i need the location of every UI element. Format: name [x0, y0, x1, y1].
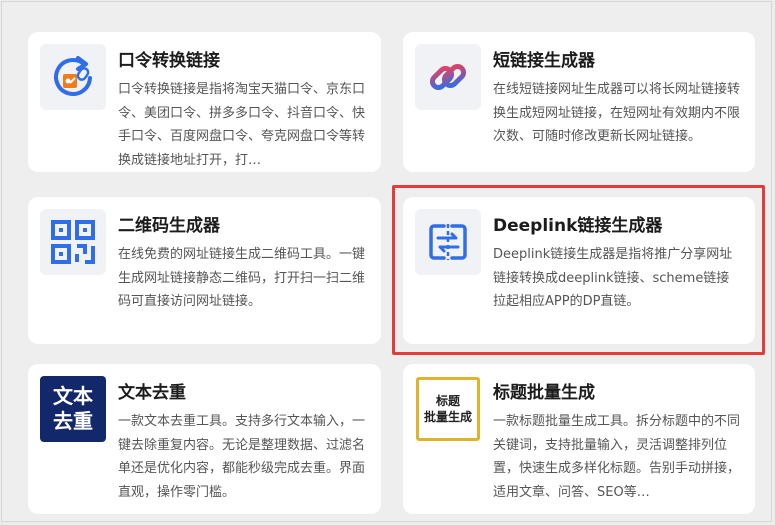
card-deeplink-generator[interactable]: Deeplink链接生成器 Deeplink链接生成器是指将推广分享网址链接转换… — [403, 197, 755, 344]
card-description: 一款文本去重工具。支持多行文本输入，一键去除重复内容。无论是整理数据、过滤名单还… — [118, 414, 366, 500]
card-title: 短链接生成器 — [493, 51, 595, 71]
text-dedupe-icon: 文本 去重 — [40, 376, 106, 442]
card-description: Deeplink链接生成器是指将推广分享网址链接转换成deeplink链接、sc… — [493, 247, 733, 309]
icon-text-line: 批量生成 — [423, 410, 472, 424]
qr-code-icon — [40, 209, 106, 275]
card-text-dedupe[interactable]: 文本 去重 文本去重 一款文本去重工具。支持多行文本输入，一键去除重复内容。无论… — [28, 364, 381, 514]
title-generator-icon: 标题 批量生成 — [415, 376, 481, 442]
card-title-generator[interactable]: 标题 批量生成 标题批量生成 一款标题批量生成工具。拆分标题中的不同关键词，支持… — [403, 364, 755, 514]
card-description: 在线短链接网址生成器可以将长网址链接转换生成短网址链接，在短网址有效期内不限次数… — [493, 82, 741, 144]
deeplink-icon — [415, 209, 481, 275]
card-description: 口令转换链接是指将淘宝天猫口令、京东口令、美团口令、拼多多口令、抖音口令、快手口… — [118, 82, 366, 168]
chain-link-icon — [415, 44, 481, 110]
card-description: 在线免费的网址链接生成二维码工具。一键生成网址链接静态二维码，打开扫一扫二维码可… — [118, 247, 366, 309]
tool-grid: 口令转换链接 口令转换链接是指将淘宝天猫口令、京东口令、美团口令、拼多多口令、抖… — [1, 1, 772, 522]
card-qr-generator[interactable]: 二维码生成器 在线免费的网址链接生成二维码工具。一键生成网址链接静态二维码，打开… — [28, 197, 381, 344]
icon-text-line: 文本 — [53, 384, 93, 408]
card-title: 二维码生成器 — [118, 216, 220, 236]
card-title: 口令转换链接 — [118, 51, 220, 71]
card-title: 文本去重 — [118, 383, 186, 403]
card-password-convert[interactable]: 口令转换链接 口令转换链接是指将淘宝天猫口令、京东口令、美团口令、拼多多口令、抖… — [28, 32, 381, 172]
icon-text-line: 去重 — [53, 409, 93, 433]
refresh-link-icon — [40, 44, 106, 110]
card-description: 一款标题批量生成工具。拆分标题中的不同关键词，支持批量输入，灵活调整排列位置，快… — [493, 414, 741, 500]
icon-text-line: 标题 — [435, 394, 460, 408]
card-short-link[interactable]: 短链接生成器 在线短链接网址生成器可以将长网址链接转换生成短网址链接，在短网址有… — [403, 32, 755, 172]
card-title: Deeplink链接生成器 — [493, 216, 663, 236]
card-title: 标题批量生成 — [493, 383, 595, 403]
